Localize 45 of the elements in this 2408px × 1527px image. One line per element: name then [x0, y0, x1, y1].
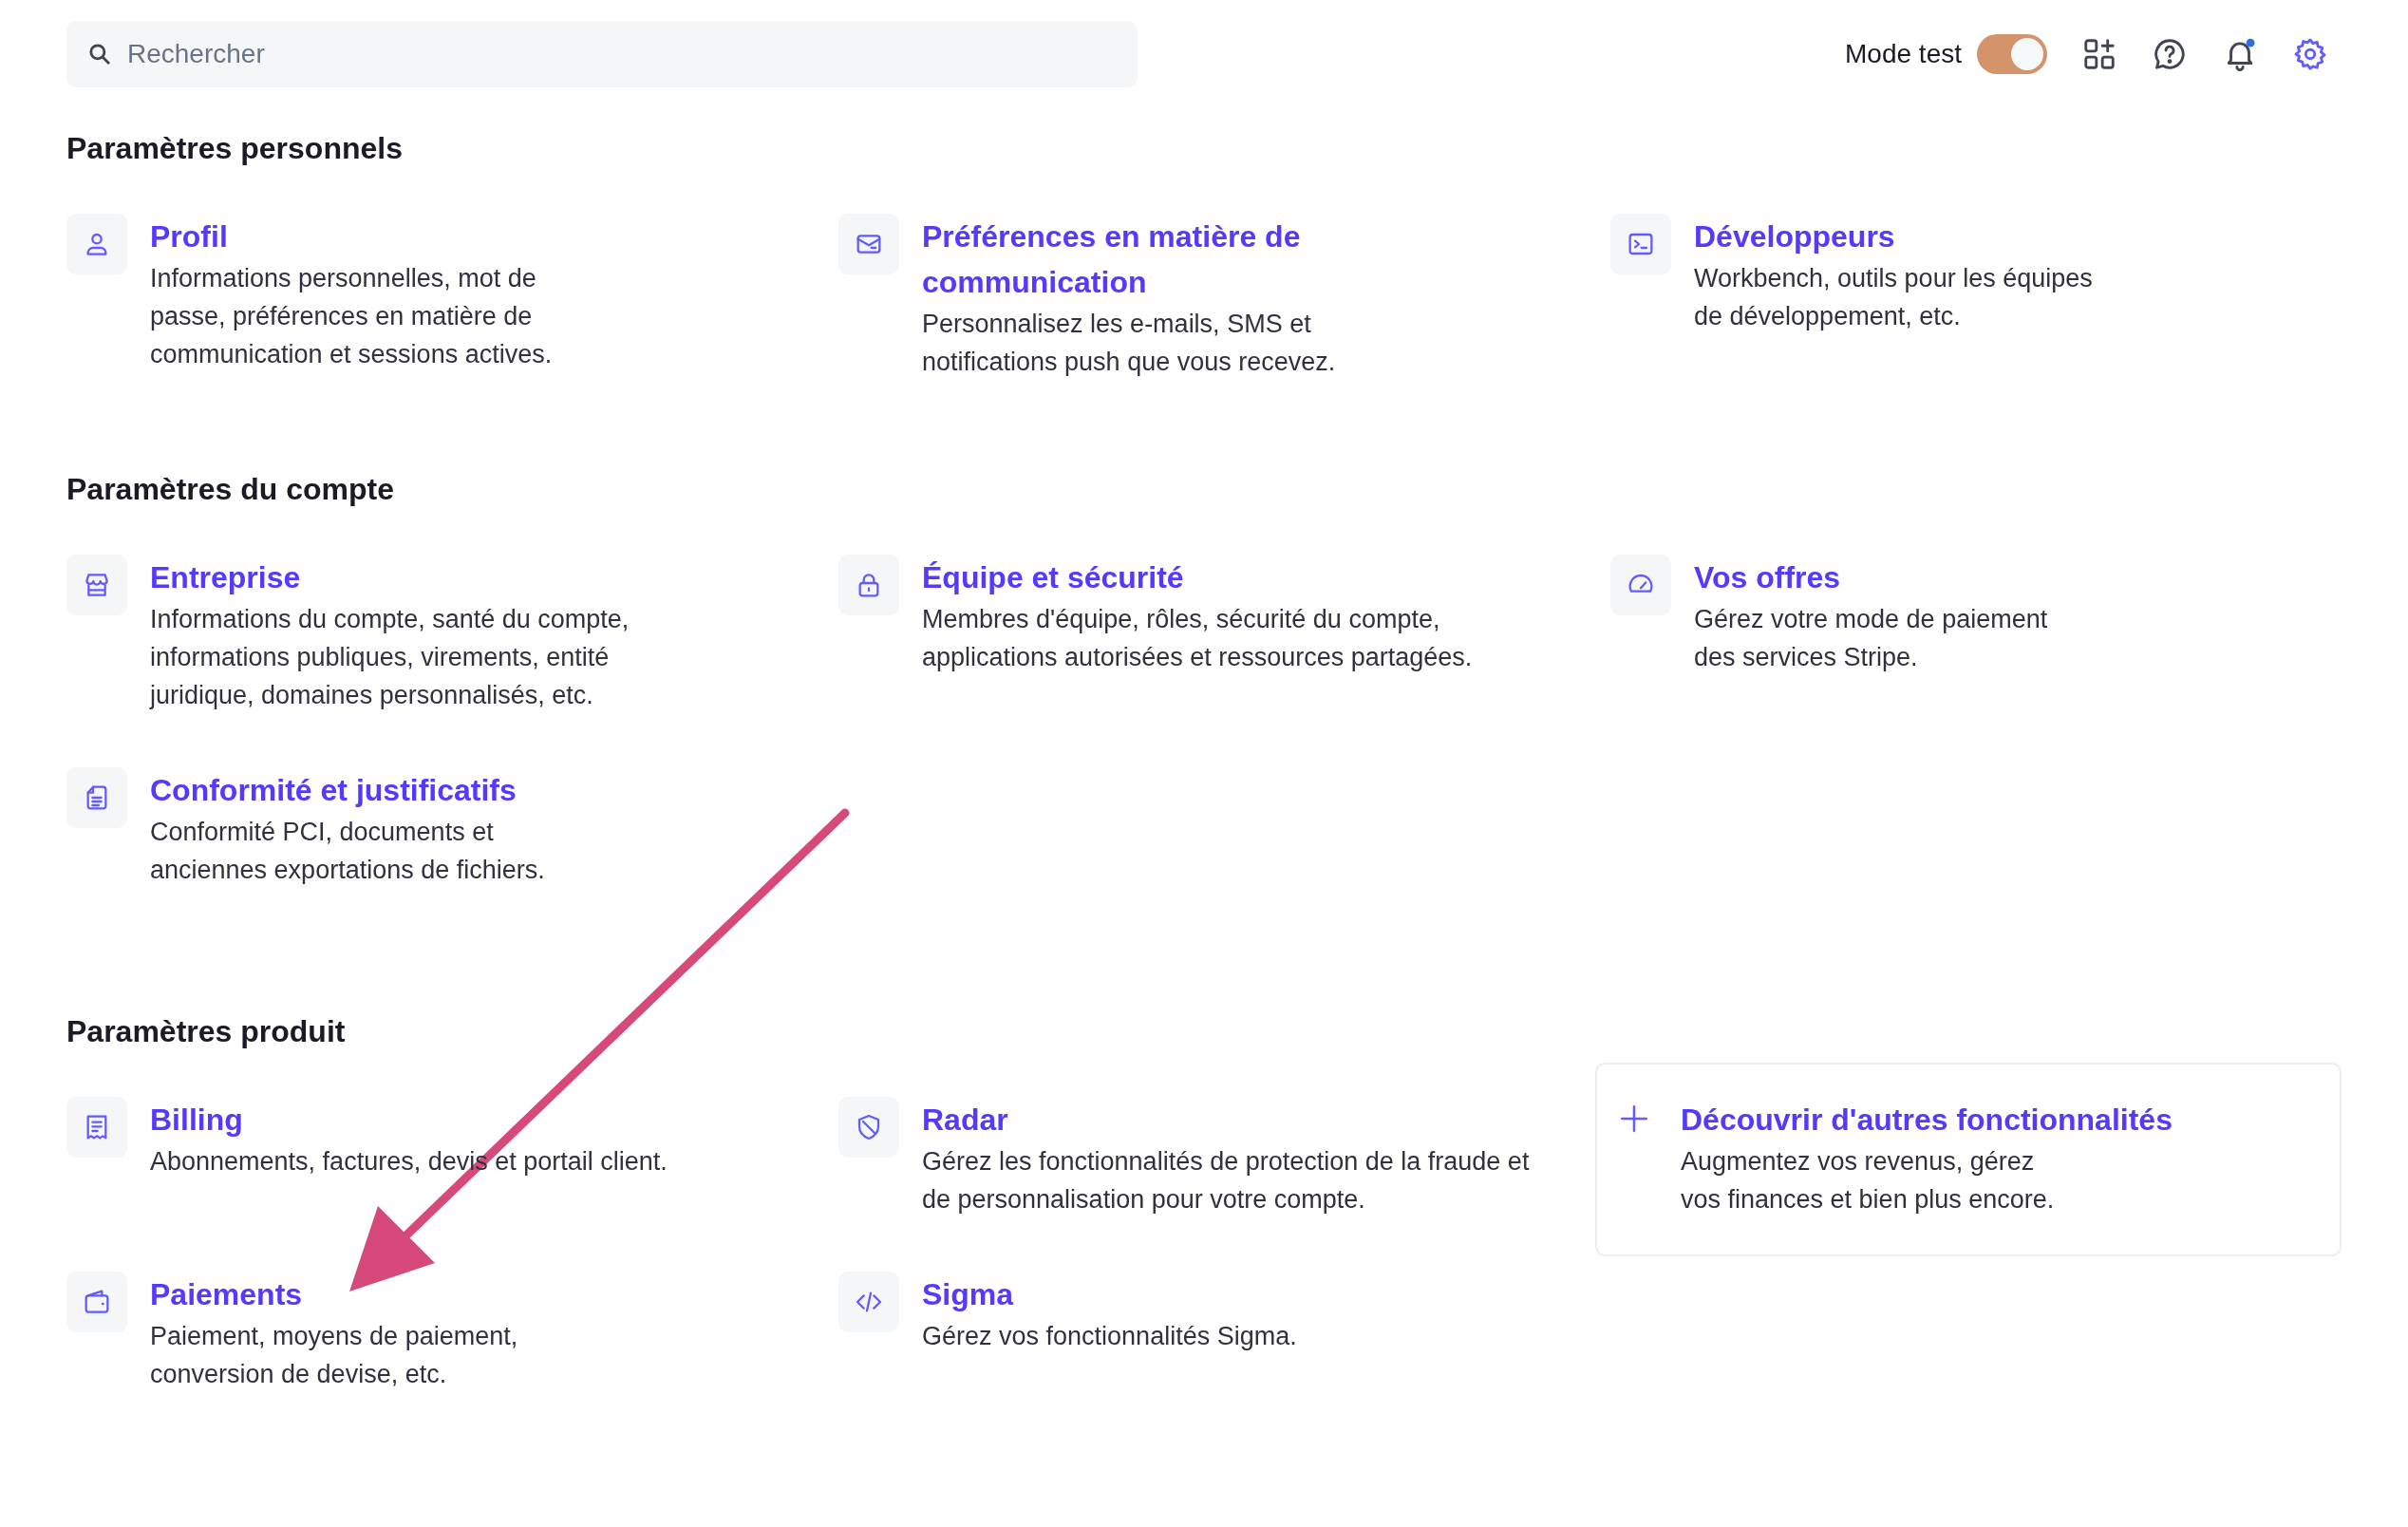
lock-icon — [838, 555, 899, 615]
settings-description: Informations personnelles, mot de passe, préférences en matière de communication et sessions actives. — [150, 263, 554, 370]
section-heading: Paramètres du compte — [66, 472, 395, 507]
terminal-icon — [1610, 214, 1671, 274]
document-icon — [66, 767, 127, 828]
settings-description: Augmentez vos revenus, gérez vos finances et bien plus encore. — [1681, 1146, 2056, 1216]
settings-description: Membres d'équipe, rôles, sécurité du compte, applications autorisées et ressources partagées. — [922, 604, 1474, 673]
settings-description: Gérez votre mode de paiement des services Stripe. — [1694, 604, 2049, 673]
store-icon — [66, 555, 127, 615]
settings-link[interactable]: Paiements — [150, 1272, 303, 1317]
settings-link[interactable]: Billing — [150, 1097, 243, 1142]
shield-icon — [838, 1097, 899, 1158]
settings-link[interactable]: Équipe et sécurité — [922, 555, 1184, 600]
mode-toggle[interactable] — [1977, 34, 2047, 74]
settings-link[interactable]: Vos offres — [1694, 555, 1841, 600]
settings-description: Workbench, outils pour les équipes de développement, etc. — [1694, 263, 2094, 332]
settings-link[interactable]: Profil — [150, 214, 228, 259]
receipt-icon — [66, 1097, 127, 1158]
search-icon — [87, 42, 112, 66]
settings-link[interactable]: Entreprise — [150, 555, 301, 600]
settings-description: Conformité PCI, documents et anciennes exportations de fichiers. — [150, 817, 546, 886]
settings-link[interactable]: Préférences en matière de communication — [922, 214, 1349, 305]
settings-description: Gérez les fonctionnalités de protection de la fraude et de personnalisation pour votre compte. — [922, 1146, 1531, 1216]
settings-icon[interactable] — [2292, 36, 2328, 72]
settings-link[interactable]: Sigma — [922, 1272, 1014, 1317]
discover-card[interactable]: Découvrir d'autres fonctionnalités Augmentez vos revenus, gérez vos finances et bien plus encore. — [1595, 1063, 2342, 1256]
settings-description: Informations du compte, santé du compte, informations publiques, virements, entité juridique, domaines personnalisés, etc. — [150, 604, 630, 711]
search-field[interactable]: Rechercher — [66, 21, 1138, 87]
mode-label: Mode test — [1845, 39, 1962, 69]
person-icon — [66, 214, 127, 274]
wallet-icon — [66, 1272, 127, 1332]
apps-icon[interactable] — [2081, 36, 2117, 72]
help-icon[interactable] — [2152, 36, 2188, 72]
settings-description: Gérez vos fonctionnalités Sigma. — [922, 1321, 1297, 1352]
section-heading: Paramètres personnels — [66, 131, 404, 166]
mail-icon — [838, 214, 899, 274]
code-icon — [838, 1272, 899, 1332]
settings-description: Paiement, moyens de paiement, conversion de devise, etc. — [150, 1321, 519, 1390]
section-heading: Paramètres produit — [66, 1014, 347, 1049]
settings-link[interactable]: Conformité et justificatifs — [150, 767, 517, 813]
settings-link[interactable]: Radar — [922, 1097, 1008, 1142]
settings-description: Personnalisez les e-mails, SMS et notifications push que vous recevez. — [922, 309, 1337, 378]
settings-link[interactable]: Découvrir d'autres fonctionnalités — [1681, 1097, 2173, 1142]
settings-link[interactable]: Développeurs — [1694, 214, 1895, 259]
gauge-icon — [1610, 555, 1671, 615]
